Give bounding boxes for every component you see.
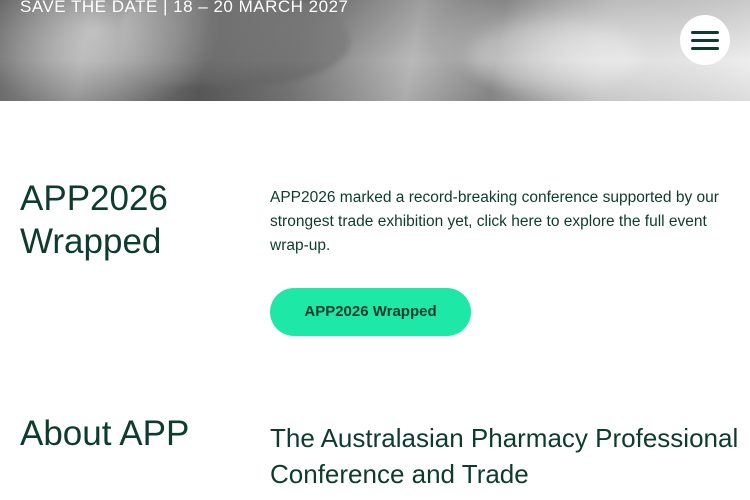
- hamburger-menu-icon: [691, 29, 719, 51]
- menu-button[interactable]: [680, 15, 730, 65]
- wrapped-heading: APP2026 Wrapped: [20, 177, 250, 263]
- about-intro-text: The Australasian Pharmacy Professional C…: [270, 423, 739, 489]
- wrapped-description: APP2026 marked a record-breaking confere…: [270, 189, 719, 254]
- wrapped-heading-line2: Wrapped: [20, 222, 162, 261]
- save-the-date-text: SAVE THE DATE | 18 – 20 MARCH 2027: [20, 0, 349, 16]
- hero-banner: SAVE THE DATE | 18 – 20 MARCH 2027: [0, 0, 750, 101]
- app2026-wrapped-button[interactable]: APP2026 Wrapped: [270, 288, 471, 336]
- wrapped-heading-line1: APP2026: [20, 179, 168, 218]
- about-heading: About APP: [20, 414, 190, 453]
- menu-icon-bar-bottom: [691, 47, 719, 50]
- menu-icon-bar-top: [691, 31, 719, 34]
- menu-icon-bar-middle: [691, 39, 719, 42]
